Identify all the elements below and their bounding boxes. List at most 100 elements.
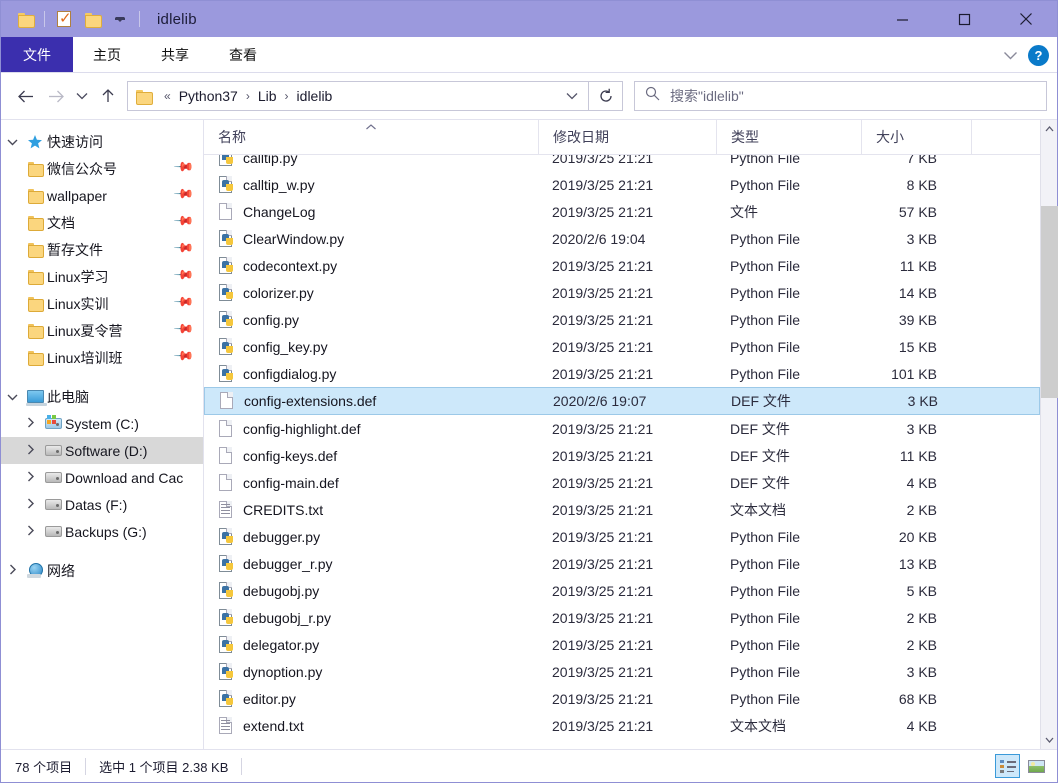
tab-file[interactable]: 文件 xyxy=(1,37,73,72)
chevron-right-icon[interactable] xyxy=(19,471,41,485)
file-type: Python File xyxy=(730,555,801,572)
file-type: Python File xyxy=(730,365,801,382)
pin-icon[interactable]: 📌 xyxy=(172,155,199,182)
forward-button[interactable] xyxy=(41,81,71,111)
breadcrumb-separator-2[interactable]: › xyxy=(279,89,295,103)
table-row[interactable]: debugger_r.py 2019/3/25 21:21 Python Fil… xyxy=(204,550,1040,577)
sidebar-item-linux-camp[interactable]: Linux夏令营 📌 xyxy=(1,317,203,344)
scrollbar-track[interactable] xyxy=(1040,138,1058,731)
file-date: 2020/2/6 19:07 xyxy=(553,393,647,409)
customize-qat-caret-icon[interactable] xyxy=(106,5,134,33)
sidebar-item-backups-g[interactable]: Backups (G:) xyxy=(1,518,203,545)
sidebar-group-network[interactable]: 网络 xyxy=(1,557,203,584)
sidebar-group-quick-access[interactable]: 快速访问 xyxy=(1,128,203,155)
breadcrumb-item-python37[interactable]: Python37 xyxy=(177,88,240,104)
column-header-size[interactable]: 大小 xyxy=(861,119,971,155)
table-row[interactable]: debugobj_r.py 2019/3/25 21:21 Python Fil… xyxy=(204,604,1040,631)
sidebar-item-wallpaper[interactable]: wallpaper 📌 xyxy=(1,182,203,209)
chevron-down-icon[interactable] xyxy=(1,135,23,149)
table-row[interactable]: config.py 2019/3/25 21:21 Python File 39… xyxy=(204,306,1040,333)
chevron-right-icon[interactable] xyxy=(1,564,23,578)
new-folder-icon[interactable] xyxy=(78,5,106,33)
search-box[interactable]: 搜索"idlelib" xyxy=(634,81,1047,111)
tab-share[interactable]: 共享 xyxy=(141,37,209,72)
table-row-selected[interactable]: config-extensions.def 2020/2/6 19:07 DEF… xyxy=(204,387,1040,415)
sidebar-item-datas-f[interactable]: Datas (F:) xyxy=(1,491,203,518)
folder-icon[interactable] xyxy=(11,5,39,33)
sidebar-group-this-pc[interactable]: 此电脑 xyxy=(1,383,203,410)
properties-icon[interactable] xyxy=(50,5,78,33)
sidebar-item-temp-files[interactable]: 暂存文件 📌 xyxy=(1,236,203,263)
sidebar-item-system-c[interactable]: System (C:) xyxy=(1,410,203,437)
table-row[interactable]: editor.py 2019/3/25 21:21 Python File 68… xyxy=(204,685,1040,712)
details-view-button[interactable] xyxy=(995,754,1020,778)
tab-home[interactable]: 主页 xyxy=(73,37,141,72)
table-row[interactable]: calltip.py 2019/3/25 21:21 Python File 7… xyxy=(204,155,1040,171)
address-bar[interactable]: « Python37 › Lib › idlelib xyxy=(127,81,589,111)
file-name: calltip.py xyxy=(243,155,298,166)
table-row[interactable]: config_key.py 2019/3/25 21:21 Python Fil… xyxy=(204,333,1040,360)
scroll-down-arrow-icon[interactable] xyxy=(1041,731,1058,749)
sidebar-item-download-and-cache[interactable]: Download and Cac xyxy=(1,464,203,491)
up-button[interactable] xyxy=(93,81,123,111)
recent-locations-chevron-icon[interactable] xyxy=(71,81,93,111)
help-button[interactable]: ? xyxy=(1028,44,1049,66)
chevron-right-icon[interactable] xyxy=(19,444,41,458)
drive-icon xyxy=(41,472,65,483)
table-row[interactable]: delegator.py 2019/3/25 21:21 Python File… xyxy=(204,631,1040,658)
pin-icon[interactable]: 📌 xyxy=(172,209,199,236)
tab-view[interactable]: 查看 xyxy=(209,37,277,72)
scrollbar-thumb[interactable] xyxy=(1040,206,1058,398)
table-row[interactable]: colorizer.py 2019/3/25 21:21 Python File… xyxy=(204,279,1040,306)
chevron-right-icon[interactable] xyxy=(19,525,41,539)
table-row[interactable]: debugobj.py 2019/3/25 21:21 Python File … xyxy=(204,577,1040,604)
table-row[interactable]: debugger.py 2019/3/25 21:21 Python File … xyxy=(204,523,1040,550)
sidebar-item-software-d[interactable]: Software (D:) xyxy=(1,437,203,464)
address-dropdown-chevron-icon[interactable] xyxy=(556,89,588,103)
pin-icon[interactable]: 📌 xyxy=(172,344,199,371)
sidebar-item-wechat[interactable]: 微信公众号 📌 xyxy=(1,155,203,182)
sidebar-item-linux-training[interactable]: Linux实训 📌 xyxy=(1,290,203,317)
table-row[interactable]: dynoption.py 2019/3/25 21:21 Python File… xyxy=(204,658,1040,685)
table-row[interactable]: calltip_w.py 2019/3/25 21:21 Python File… xyxy=(204,171,1040,198)
scroll-up-arrow-icon[interactable] xyxy=(1041,120,1058,138)
minimize-button[interactable] xyxy=(871,1,933,37)
sidebar-item-linux-study[interactable]: Linux学习 📌 xyxy=(1,263,203,290)
large-icons-view-button[interactable] xyxy=(1024,754,1049,778)
chevron-right-icon[interactable] xyxy=(19,417,41,431)
breadcrumb-item-idlelib[interactable]: idlelib xyxy=(295,88,335,104)
breadcrumb-item-lib[interactable]: Lib xyxy=(256,88,279,104)
maximize-button[interactable] xyxy=(933,1,995,37)
close-button[interactable] xyxy=(995,1,1057,37)
pin-icon[interactable]: 📌 xyxy=(172,290,199,317)
table-row[interactable]: configdialog.py 2019/3/25 21:21 Python F… xyxy=(204,360,1040,387)
column-header-name[interactable]: 名称 xyxy=(204,120,538,155)
table-row[interactable]: ChangeLog 2019/3/25 21:21 文件 57 KB xyxy=(204,198,1040,225)
column-header-type[interactable]: 类型 xyxy=(716,119,861,155)
chevron-down-icon[interactable] xyxy=(1,390,23,404)
back-button[interactable] xyxy=(11,81,41,111)
pin-icon[interactable]: 📌 xyxy=(172,263,199,290)
table-row[interactable]: config-highlight.def 2019/3/25 21:21 DEF… xyxy=(204,415,1040,442)
vertical-scrollbar[interactable] xyxy=(1040,120,1058,749)
sidebar-item-documents[interactable]: 文档 📌 xyxy=(1,209,203,236)
table-row[interactable]: codecontext.py 2019/3/25 21:21 Python Fi… xyxy=(204,252,1040,279)
python-file-icon xyxy=(218,337,234,356)
table-row[interactable]: config-keys.def 2019/3/25 21:21 DEF 文件 1… xyxy=(204,442,1040,469)
table-row[interactable]: extend.txt 2019/3/25 21:21 文本文档 4 KB xyxy=(204,712,1040,739)
pin-icon[interactable]: 📌 xyxy=(172,317,199,344)
refresh-button[interactable] xyxy=(589,81,623,111)
expand-ribbon-chevron-icon[interactable] xyxy=(1003,48,1018,63)
file-date: 2019/3/25 21:21 xyxy=(552,365,654,382)
pin-icon[interactable]: 📌 xyxy=(172,182,199,209)
table-row[interactable]: ClearWindow.py 2020/2/6 19:04 Python Fil… xyxy=(204,225,1040,252)
sidebar-item-linux-class[interactable]: Linux培训班 📌 xyxy=(1,344,203,371)
table-row[interactable]: CREDITS.txt 2019/3/25 21:21 文本文档 2 KB xyxy=(204,496,1040,523)
chevron-right-icon[interactable] xyxy=(19,498,41,512)
table-row[interactable]: config-main.def 2019/3/25 21:21 DEF 文件 4… xyxy=(204,469,1040,496)
pin-icon[interactable]: 📌 xyxy=(172,236,199,263)
breadcrumb-separator-1[interactable]: › xyxy=(240,89,256,103)
breadcrumb-overflow[interactable]: « xyxy=(158,89,177,103)
column-header-date-modified[interactable]: 修改日期 xyxy=(538,119,716,155)
generic-file-icon xyxy=(219,392,235,410)
